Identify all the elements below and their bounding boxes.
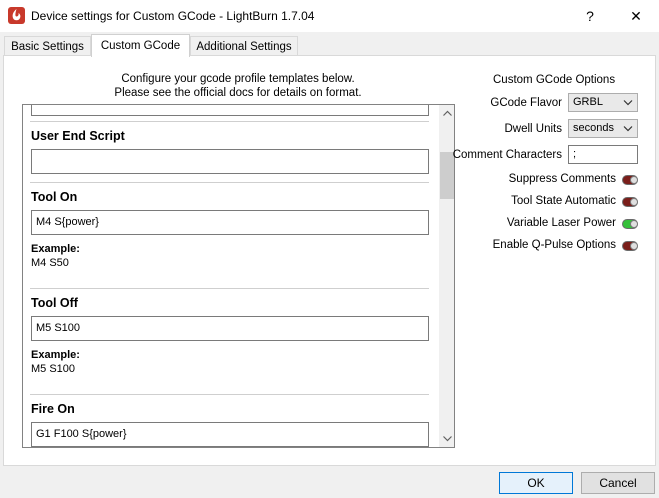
section-divider (30, 182, 429, 183)
suppress-comments-toggle[interactable] (622, 175, 638, 185)
toggle-knob (630, 242, 638, 250)
toggle-knob (630, 176, 638, 184)
comment-characters-input[interactable]: ; (568, 145, 638, 164)
tool-on-input[interactable]: M4 S{power} (31, 210, 429, 235)
tool-off-example-label: Example: (31, 349, 80, 361)
enable-q-pulse-options-toggle[interactable] (622, 241, 638, 251)
tab-basic-settings[interactable]: Basic Settings (4, 36, 91, 56)
variable-laser-power-toggle[interactable] (622, 219, 638, 229)
ok-button[interactable]: OK (499, 472, 573, 494)
tab-additional-settings[interactable]: Additional Settings (190, 36, 298, 56)
comment-characters-label: Comment Characters (452, 149, 562, 161)
toggle-knob (630, 220, 638, 228)
section-divider (30, 394, 429, 395)
toggle-knob (630, 198, 638, 206)
previous-script-input[interactable] (31, 105, 429, 116)
tool-on-example-value: M4 S50 (31, 257, 69, 269)
tab-bar: Basic Settings Custom GCode Additional S… (0, 34, 659, 57)
chevron-down-icon (623, 97, 633, 109)
window-title: Device settings for Custom GCode - Light… (31, 9, 315, 23)
tool-off-input[interactable]: M5 S100 (31, 316, 429, 341)
tab-custom-gcode[interactable]: Custom GCode (91, 34, 190, 57)
user-end-script-input[interactable] (31, 149, 429, 174)
enable-q-pulse-options-label: Enable Q-Pulse Options (492, 239, 616, 251)
suppress-comments-label: Suppress Comments (508, 173, 616, 185)
tool-off-title: Tool Off (31, 296, 78, 310)
dwell-units-value: seconds (573, 122, 614, 134)
user-end-script-title: User End Script (31, 129, 125, 143)
gcode-templates-scroll-area[interactable]: User End Script Tool On M4 S{power} Exam… (22, 104, 455, 448)
cancel-button[interactable]: Cancel (581, 472, 655, 494)
custom-gcode-options-heading: Custom GCode Options (493, 74, 616, 86)
tool-on-title: Tool On (31, 190, 78, 204)
tool-off-example-value: M5 S100 (31, 363, 76, 375)
close-button[interactable]: ✕ (613, 0, 659, 32)
intro-text: Configure your gcode profile templates b… (22, 73, 454, 100)
variable-laser-power-label: Variable Laser Power (506, 217, 616, 229)
gcode-flavor-select[interactable]: GRBL (568, 93, 638, 112)
tool-on-example-label: Example: (31, 243, 80, 255)
gcode-flavor-value: GRBL (573, 96, 603, 108)
fire-on-input[interactable]: G1 F100 S{power} (31, 422, 429, 447)
title-bar: Device settings for Custom GCode - Light… (0, 0, 659, 32)
tool-state-automatic-label: Tool State Automatic (511, 195, 616, 207)
scroll-up-arrow-icon[interactable] (439, 105, 454, 121)
lightburn-logo-icon (8, 7, 25, 24)
help-button[interactable]: ? (567, 0, 613, 32)
dwell-units-select[interactable]: seconds (568, 119, 638, 138)
chevron-down-icon (623, 123, 633, 135)
tool-state-automatic-toggle[interactable] (622, 197, 638, 207)
section-divider (30, 288, 429, 289)
scroll-down-arrow-icon[interactable] (439, 431, 454, 447)
dwell-units-label: Dwell Units (504, 123, 562, 135)
intro-line-2: Please see the official docs for details… (114, 86, 362, 99)
section-divider (30, 121, 429, 122)
fire-on-title: Fire On (31, 402, 75, 416)
gcode-flavor-label: GCode Flavor (490, 97, 562, 109)
intro-line-1: Configure your gcode profile templates b… (121, 73, 355, 85)
